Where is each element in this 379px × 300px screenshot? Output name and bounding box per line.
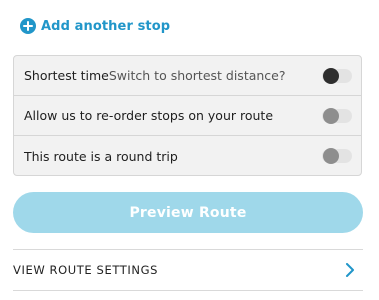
switch-to-shortest-distance-link[interactable]: Switch to shortest distance? [109, 68, 286, 83]
toggle-knob [323, 148, 339, 164]
preview-route-button[interactable]: Preview Route [13, 192, 363, 233]
option-label-shortest-time: Shortest timeSwitch to shortest distance… [24, 68, 286, 83]
option-row-round-trip: This route is a round trip [14, 136, 361, 176]
option-label-round-trip: This route is a round trip [24, 148, 178, 164]
option-label-reorder-stops: Allow us to re-order stops on your route [24, 108, 274, 123]
add-another-stop-label: Add another stop [41, 18, 171, 34]
add-another-stop-link[interactable]: Add another stop [20, 16, 170, 36]
shortest-time-toggle[interactable] [322, 67, 352, 84]
chevron-right-icon [346, 263, 354, 277]
route-options-panel: Shortest timeSwitch to shortest distance… [13, 55, 362, 176]
shortest-time-label: Shortest time [24, 68, 109, 83]
divider [13, 290, 363, 291]
round-trip-toggle[interactable] [322, 148, 352, 164]
plus-circle-icon [20, 18, 36, 34]
reorder-stops-toggle[interactable] [322, 107, 352, 124]
view-route-settings-label: VIEW ROUTE SETTINGS [13, 263, 158, 277]
view-route-settings-row[interactable]: VIEW ROUTE SETTINGS [13, 250, 363, 290]
toggle-knob [323, 67, 339, 84]
toggle-knob [323, 107, 339, 124]
option-row-reorder-stops: Allow us to re-order stops on your route [14, 96, 361, 136]
option-row-shortest-time: Shortest timeSwitch to shortest distance… [14, 56, 361, 96]
